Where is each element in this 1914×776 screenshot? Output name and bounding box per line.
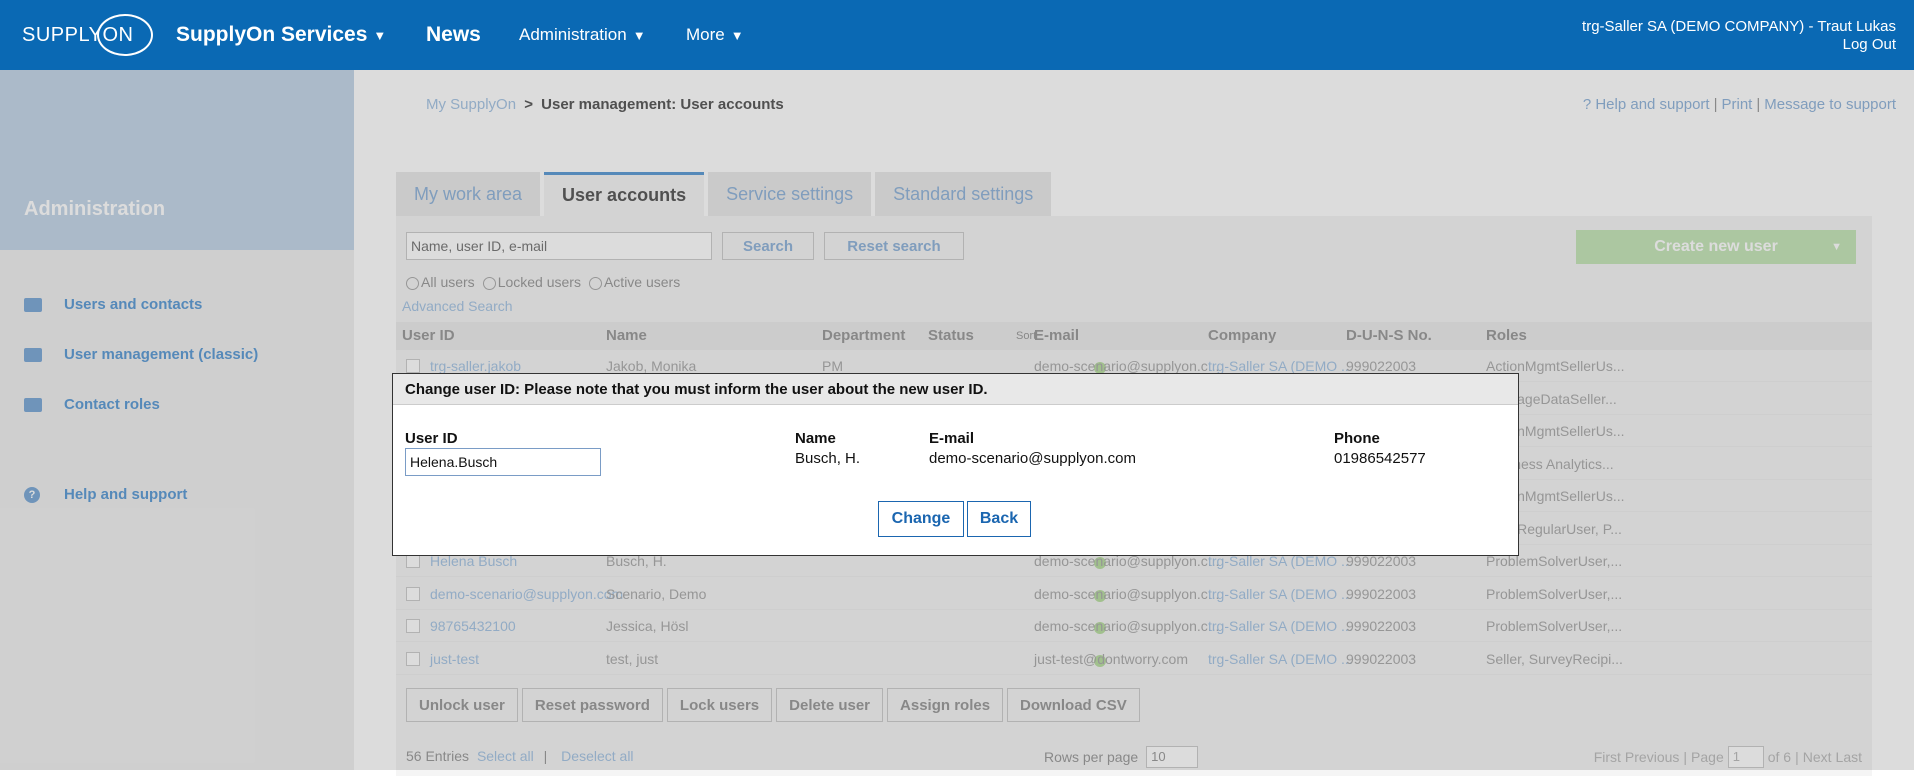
- name-label: Name: [795, 430, 836, 447]
- user-info: trg-Saller SA (DEMO COMPANY) - Traut Luk…: [1582, 18, 1896, 54]
- name-value: Busch, H.: [795, 450, 861, 467]
- user-company-name: trg-Saller SA (DEMO COMPANY) - Traut Luk…: [1582, 18, 1896, 35]
- dialog-title: Change user ID: Please note that you mus…: [393, 374, 1518, 405]
- phone-label: Phone: [1334, 430, 1380, 447]
- nav-admin-label: Administration: [519, 25, 627, 44]
- logo-ring-icon: [97, 14, 154, 56]
- nav-news-label: News: [426, 23, 481, 46]
- phone-value: 01986542577: [1334, 450, 1426, 467]
- email-label: E-mail: [929, 430, 975, 447]
- change-user-id-dialog: Change user ID: Please note that you mus…: [392, 373, 1519, 556]
- caret-down-icon: ▼: [373, 27, 387, 43]
- nav-supplyon-services[interactable]: SupplyOn Services ▼: [176, 0, 386, 70]
- nav-administration[interactable]: Administration ▼: [519, 0, 646, 70]
- top-navigation-bar: SUPPLYON SupplyOn Services ▼ News Adminis…: [0, 0, 1914, 70]
- user-id-input[interactable]: [405, 448, 601, 476]
- logout-link[interactable]: Log Out: [1582, 36, 1896, 54]
- nav-news[interactable]: News: [426, 0, 481, 70]
- supplyon-logo[interactable]: SUPPLYON: [22, 14, 154, 56]
- nav-more-label: More: [686, 25, 725, 44]
- email-value: demo-scenario@supplyon.com: [929, 450, 1136, 467]
- user-id-label: User ID: [405, 430, 458, 447]
- back-button[interactable]: Back: [967, 501, 1031, 537]
- nav-more[interactable]: More ▼: [686, 0, 744, 70]
- nav-services-label: SupplyOn Services: [176, 23, 368, 46]
- change-button[interactable]: Change: [878, 501, 964, 537]
- caret-down-icon: ▼: [632, 27, 646, 43]
- caret-down-icon: ▼: [730, 27, 744, 43]
